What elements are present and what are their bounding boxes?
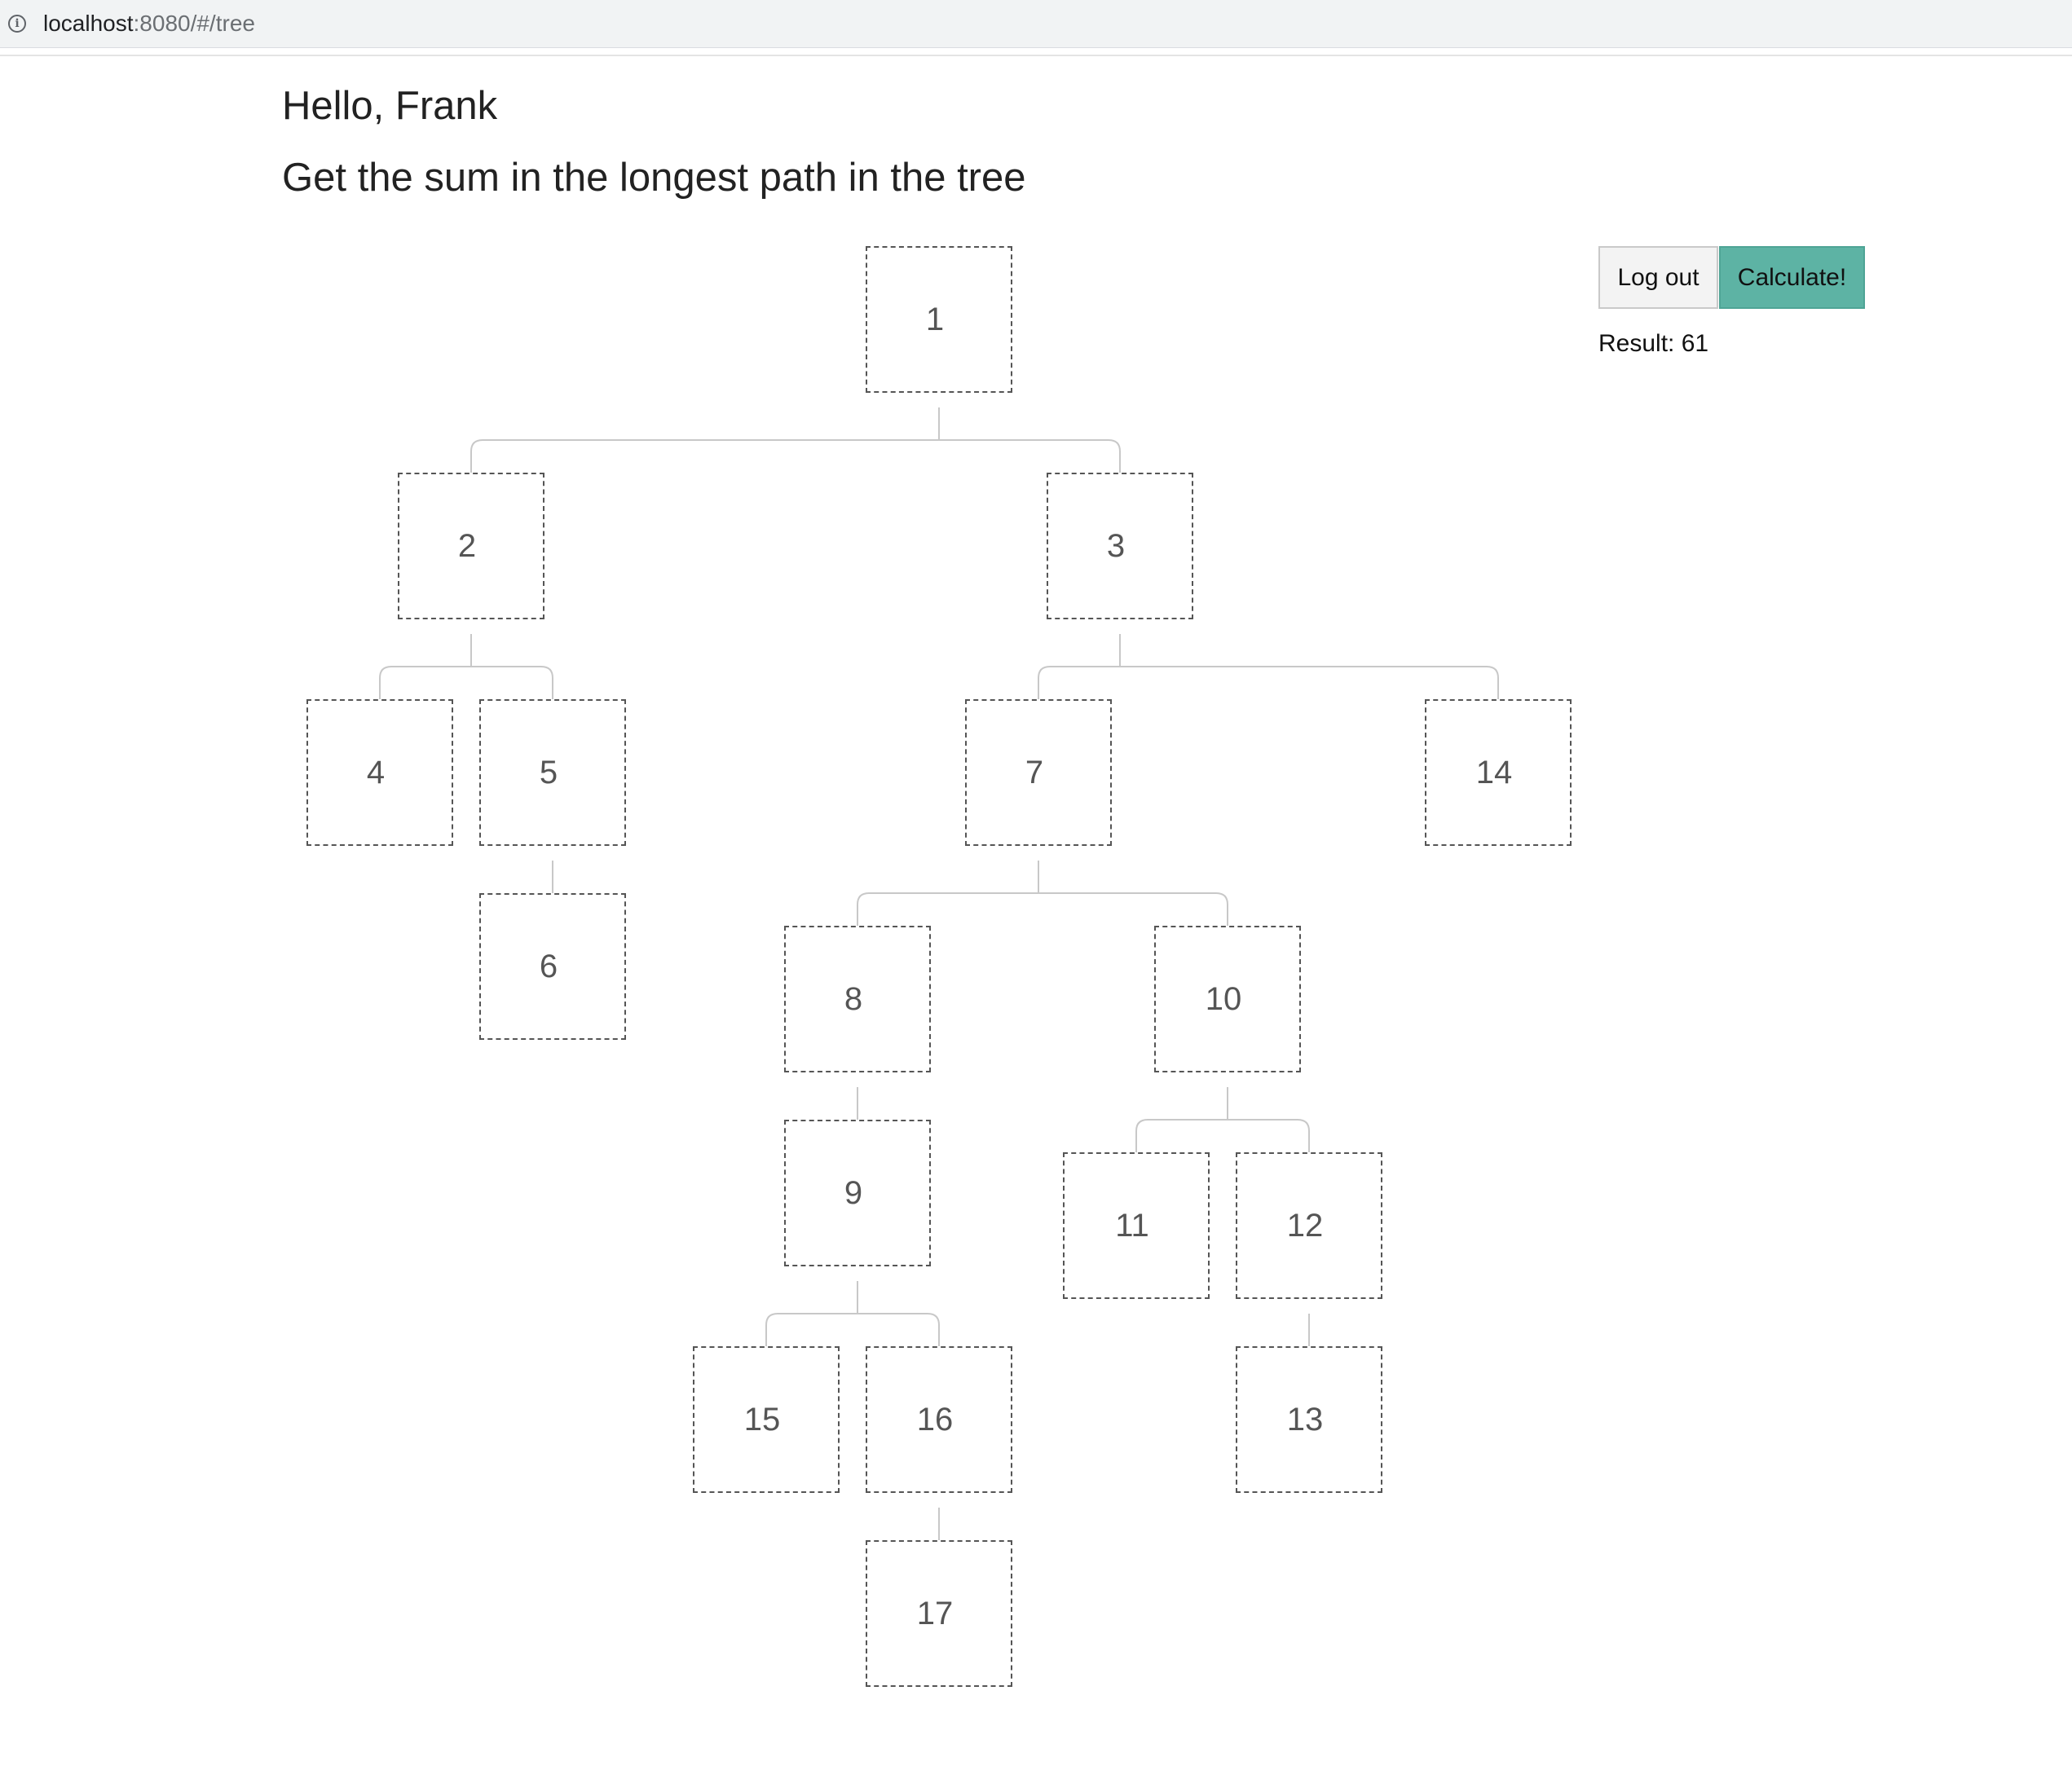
tree-node-label: 5 (539, 754, 558, 790)
tree-connector-10-11 (1135, 1119, 1228, 1152)
tree-connector-9-15 (765, 1313, 857, 1346)
tree-node-4: 4 (306, 699, 453, 846)
tree-node-label: 3 (1106, 527, 1126, 564)
tree-connector-2-4 (379, 666, 471, 699)
tree-node-label: 11 (1115, 1207, 1149, 1244)
tree-node-label: 7 (1025, 754, 1044, 790)
tree-connector-1-2 (470, 439, 939, 473)
tree-node-9: 9 (784, 1120, 931, 1266)
tree-node-label: 4 (366, 754, 386, 790)
tree-node-17: 17 (866, 1540, 1012, 1687)
tree-node-7: 7 (965, 699, 1112, 846)
tree-connectors (379, 407, 1499, 1540)
tree-node-label: 15 (743, 1401, 781, 1438)
tree-connector-9-16 (857, 1313, 940, 1346)
tree-node-5: 5 (479, 699, 626, 846)
tree-connector-7-10 (1038, 892, 1228, 926)
tree-node-label: 10 (1205, 980, 1242, 1017)
tree-node-label: 2 (457, 527, 477, 564)
tree-node-label: 17 (916, 1595, 954, 1631)
tree-connector-7-8 (857, 892, 1038, 926)
tree-node-label: 1 (925, 301, 945, 337)
tree-node-15: 15 (693, 1346, 840, 1493)
tree-node-label: 14 (1475, 754, 1513, 790)
tree-connector-3-14 (1120, 666, 1499, 699)
tree-node-6: 6 (479, 893, 626, 1040)
tree-node-11: 11 (1063, 1152, 1210, 1299)
tree-node-label: 16 (916, 1401, 954, 1438)
tree-node-label: 9 (844, 1174, 863, 1211)
tree-connector-3-7 (1038, 666, 1120, 699)
tree-node-label: 8 (844, 980, 863, 1017)
tree-node-label: 6 (539, 948, 558, 984)
tree-node-1: 1 (866, 246, 1012, 393)
tree-node-2: 2 (398, 473, 544, 619)
tree-node-label: 13 (1286, 1401, 1324, 1438)
tree-node-14: 14 (1425, 699, 1572, 846)
tree-node-12: 12 (1236, 1152, 1382, 1299)
tree-node-8: 8 (784, 926, 931, 1072)
tree-connector-1-3 (939, 439, 1121, 473)
tree-node-label: 12 (1286, 1207, 1324, 1244)
tree-node-13: 13 (1236, 1346, 1382, 1493)
tree-node-16: 16 (866, 1346, 1012, 1493)
tree-node-3: 3 (1047, 473, 1193, 619)
tree-node-10: 10 (1154, 926, 1301, 1072)
tree-connector-2-5 (471, 666, 553, 699)
tree-connector-10-12 (1228, 1119, 1310, 1152)
